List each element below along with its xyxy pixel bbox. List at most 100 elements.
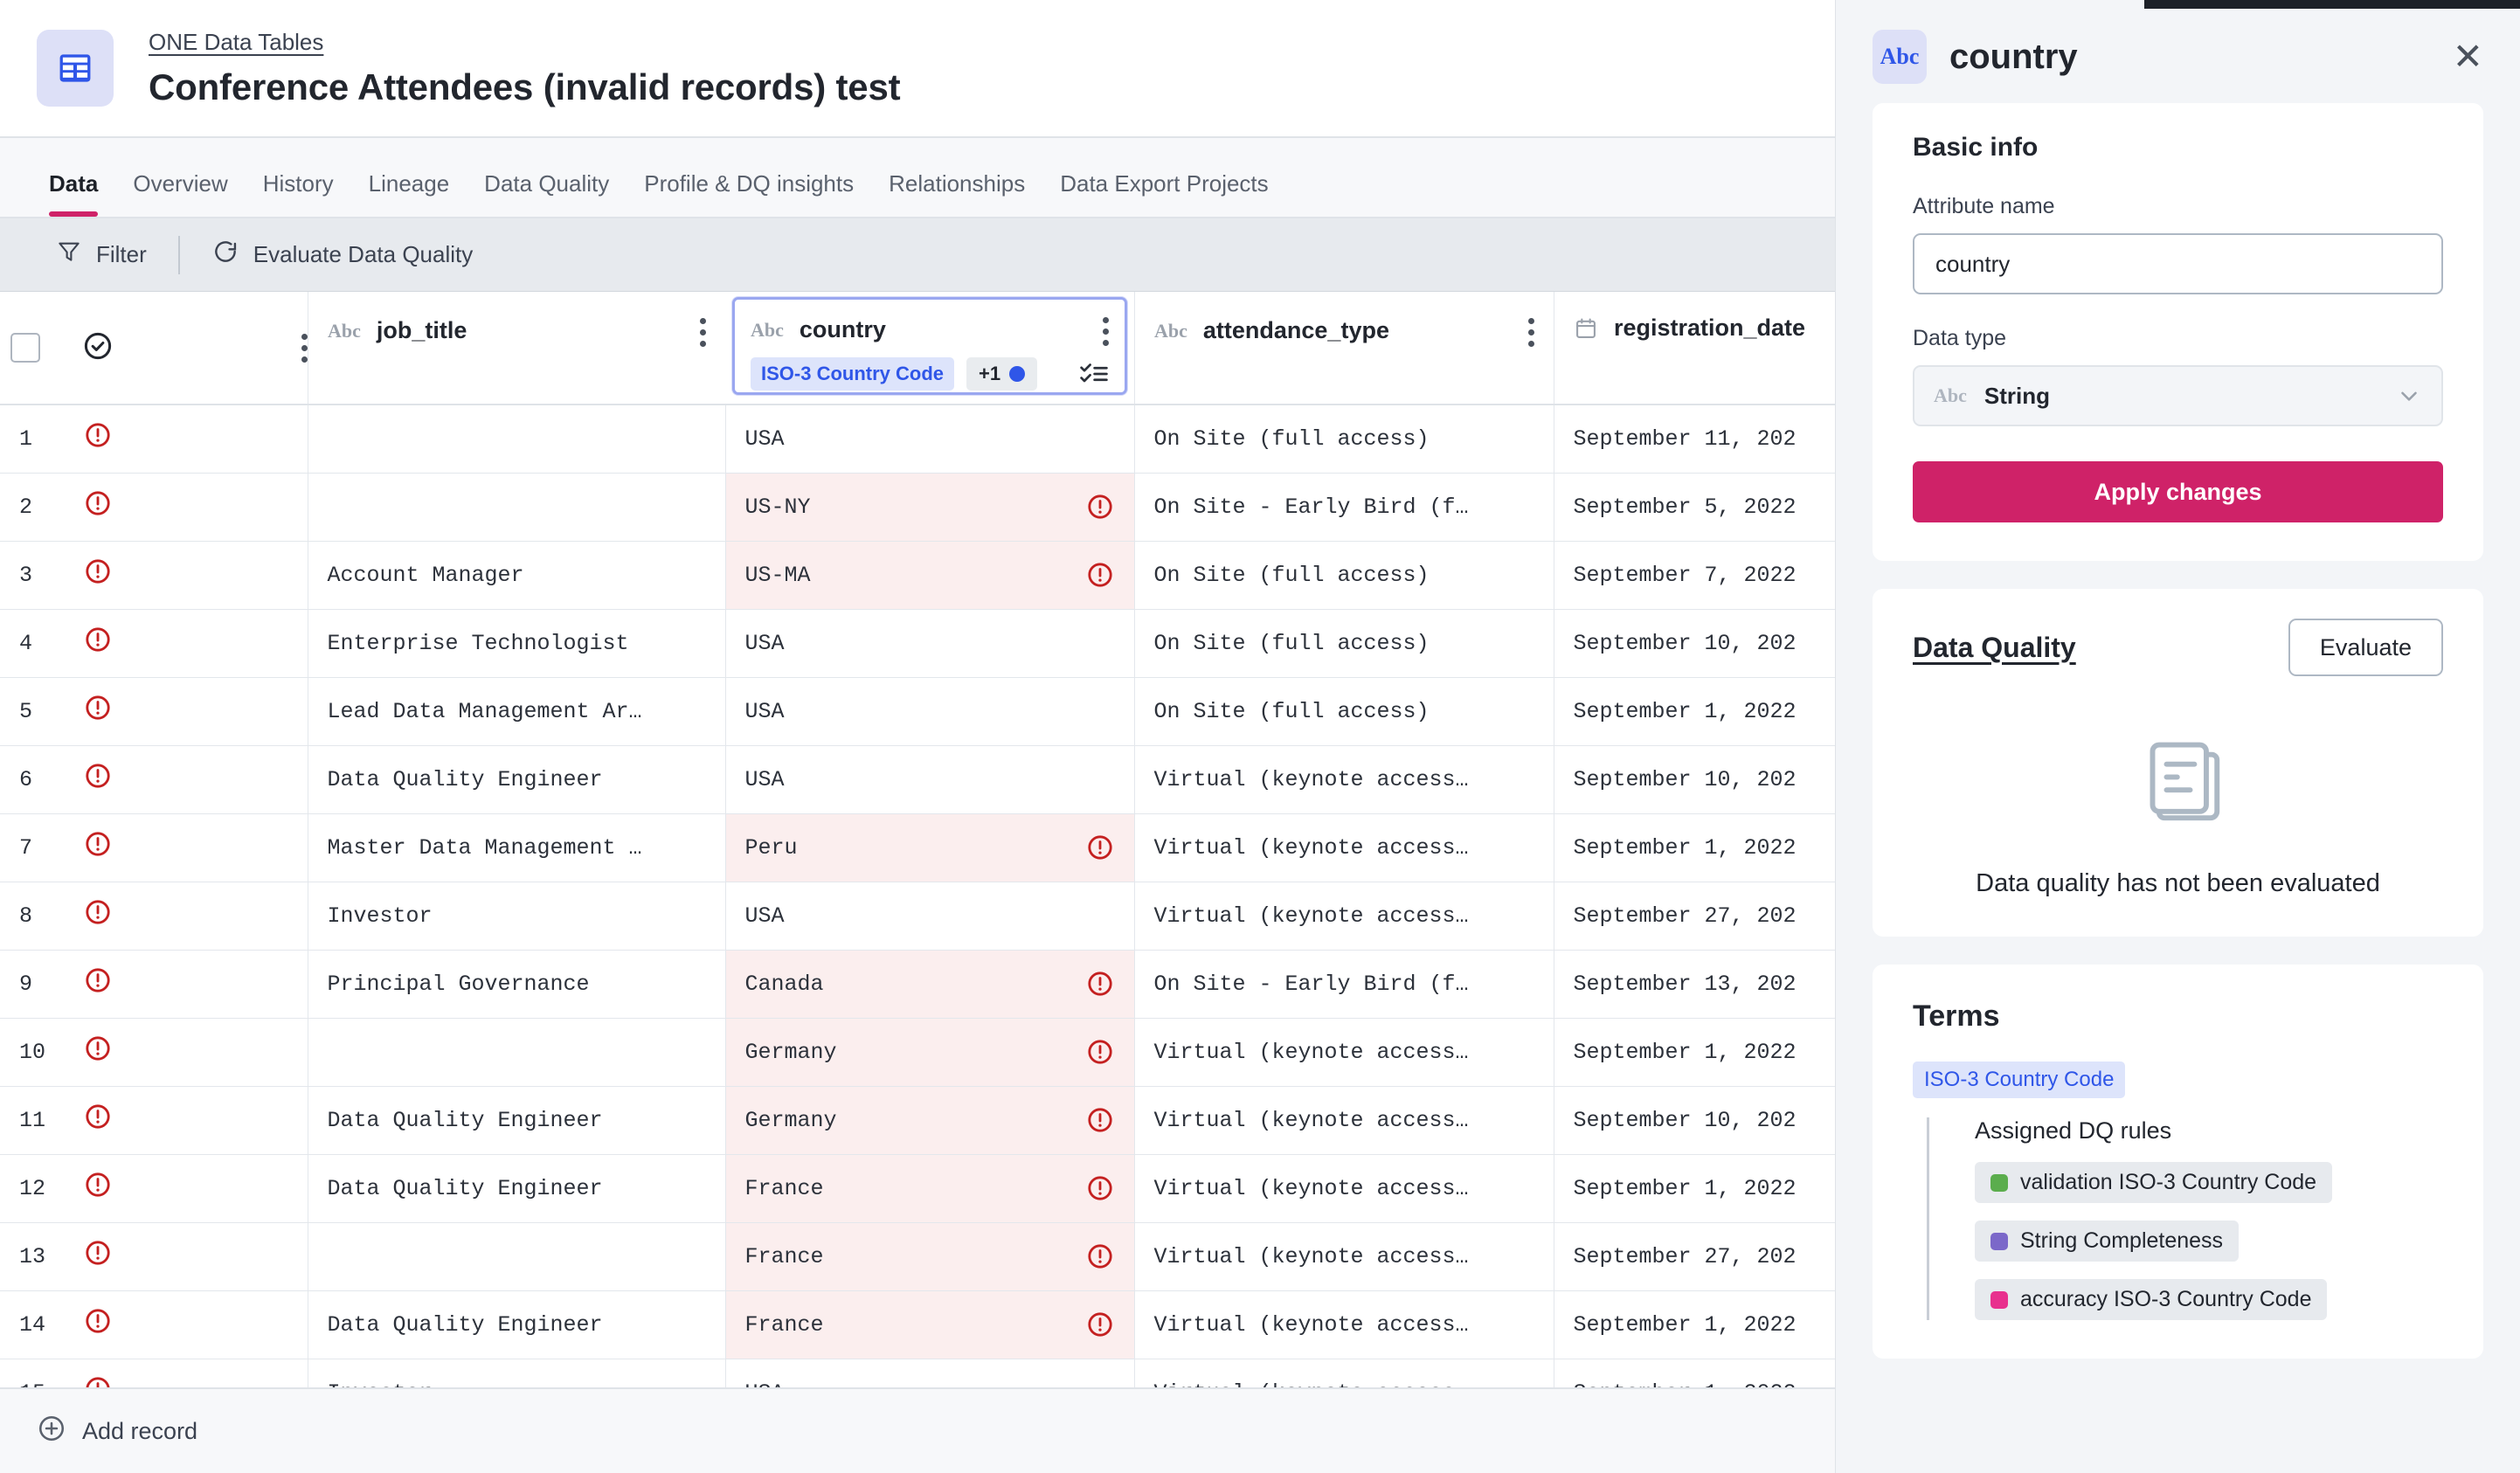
table-row[interactable]: 2US-NYOn Site - Early Bird (f…September … bbox=[0, 473, 1835, 541]
select-all-checkbox[interactable] bbox=[10, 333, 40, 363]
row-menu-cell[interactable] bbox=[250, 813, 308, 882]
cell-attendance-type[interactable]: On Site - Early Bird (f… bbox=[1134, 473, 1554, 541]
cell-registration-date[interactable]: September 1, 2022 bbox=[1554, 1290, 1835, 1359]
table-row[interactable]: 11Data Quality EngineerGermanyVirtual (k… bbox=[0, 1086, 1835, 1154]
cell-attendance-type[interactable]: On Site (full access) bbox=[1134, 677, 1554, 745]
cell-job-title[interactable]: Investor bbox=[308, 882, 725, 950]
data-quality-title[interactable]: Data Quality bbox=[1913, 632, 2076, 664]
cell-country[interactable]: France bbox=[725, 1222, 1134, 1290]
cell-attendance-type[interactable]: Virtual (keynote access… bbox=[1134, 882, 1554, 950]
apply-changes-button[interactable]: Apply changes bbox=[1913, 461, 2443, 522]
cell-registration-date[interactable]: September 27, 202 bbox=[1554, 882, 1835, 950]
evaluate-button[interactable]: Evaluate bbox=[2288, 619, 2443, 676]
cell-country[interactable]: USA bbox=[725, 677, 1134, 745]
cell-error-icon[interactable] bbox=[1085, 1241, 1115, 1271]
cell-country[interactable]: Canada bbox=[725, 950, 1134, 1018]
cell-attendance-type[interactable]: On Site (full access) bbox=[1134, 405, 1554, 473]
cell-country[interactable]: France bbox=[725, 1290, 1134, 1359]
tab-history[interactable]: History bbox=[246, 170, 351, 217]
cell-country[interactable]: US-NY bbox=[725, 473, 1134, 541]
term-tag-iso3[interactable]: ISO-3 Country Code bbox=[751, 357, 954, 391]
cell-registration-date[interactable]: September 10, 202 bbox=[1554, 1086, 1835, 1154]
cell-registration-date[interactable]: September 1, 2022 bbox=[1554, 1154, 1835, 1222]
cell-job-title[interactable]: Lead Data Management Ar… bbox=[308, 677, 725, 745]
cell-error-icon[interactable] bbox=[1085, 1310, 1115, 1339]
column-menu-icon-attendance-type[interactable] bbox=[1528, 315, 1534, 347]
row-error-icon[interactable] bbox=[51, 1086, 145, 1154]
column-header-attendance-type[interactable]: Abc attendance_type bbox=[1134, 292, 1554, 405]
table-row[interactable]: 6Data Quality EngineerUSAVirtual (keynot… bbox=[0, 745, 1835, 813]
tab-data-quality[interactable]: Data Quality bbox=[467, 170, 627, 217]
tab-overview[interactable]: Overview bbox=[115, 170, 245, 217]
cell-registration-date[interactable]: September 10, 202 bbox=[1554, 745, 1835, 813]
row-menu-cell[interactable] bbox=[250, 405, 308, 473]
cell-job-title[interactable]: Data Quality Engineer bbox=[308, 745, 725, 813]
data-type-select[interactable]: Abc String bbox=[1913, 365, 2443, 426]
column-header-country[interactable]: Abc country ISO-3 Country Code +1 bbox=[725, 292, 1134, 405]
row-menu-cell[interactable] bbox=[250, 1018, 308, 1086]
row-menu-cell[interactable] bbox=[250, 473, 308, 541]
row-menu-cell[interactable] bbox=[250, 1222, 308, 1290]
cell-registration-date[interactable]: September 7, 2022 bbox=[1554, 541, 1835, 609]
cell-attendance-type[interactable]: Virtual (keynote access… bbox=[1134, 1290, 1554, 1359]
row-error-icon[interactable] bbox=[51, 677, 145, 745]
attribute-name-input[interactable]: country bbox=[1913, 233, 2443, 294]
column-header-registration-date[interactable]: registration_date bbox=[1554, 292, 1835, 405]
row-menu-cell[interactable] bbox=[250, 745, 308, 813]
row-menu-cell[interactable] bbox=[250, 882, 308, 950]
cell-registration-date[interactable]: September 27, 202 bbox=[1554, 1222, 1835, 1290]
table-row[interactable]: 4Enterprise TechnologistUSAOn Site (full… bbox=[0, 609, 1835, 677]
row-menu-cell[interactable] bbox=[250, 950, 308, 1018]
cell-job-title[interactable]: Data Quality Engineer bbox=[308, 1290, 725, 1359]
cell-country[interactable]: USA bbox=[725, 882, 1134, 950]
row-menu-cell[interactable] bbox=[250, 1154, 308, 1222]
cell-registration-date[interactable]: September 10, 202 bbox=[1554, 609, 1835, 677]
cell-country[interactable]: France bbox=[725, 1154, 1134, 1222]
row-menu-cell[interactable] bbox=[250, 677, 308, 745]
dq-rule-chip[interactable]: String Completeness bbox=[1975, 1221, 2239, 1262]
cell-error-icon[interactable] bbox=[1085, 833, 1115, 862]
table-row[interactable]: 3Account ManagerUS-MAOn Site (full acces… bbox=[0, 541, 1835, 609]
filter-button[interactable]: Filter bbox=[37, 218, 166, 291]
row-error-icon[interactable] bbox=[51, 1154, 145, 1222]
cell-error-icon[interactable] bbox=[1085, 969, 1115, 999]
cell-attendance-type[interactable]: Virtual (keynote access… bbox=[1134, 1086, 1554, 1154]
table-row[interactable]: 8InvestorUSAVirtual (keynote access…Sept… bbox=[0, 882, 1835, 950]
cell-country[interactable]: Peru bbox=[725, 813, 1134, 882]
cell-country[interactable]: Germany bbox=[725, 1086, 1134, 1154]
cell-job-title[interactable]: Enterprise Technologist bbox=[308, 609, 725, 677]
cell-attendance-type[interactable]: Virtual (keynote access… bbox=[1134, 1222, 1554, 1290]
row-error-icon[interactable] bbox=[51, 405, 145, 473]
cell-attendance-type[interactable]: Virtual (keynote access… bbox=[1134, 1154, 1554, 1222]
dq-rules-checklist-icon[interactable] bbox=[1079, 360, 1109, 388]
add-record-button[interactable]: Add record bbox=[37, 1414, 197, 1449]
table-row[interactable]: 10GermanyVirtual (keynote access…Septemb… bbox=[0, 1018, 1835, 1086]
row-error-icon[interactable] bbox=[51, 609, 145, 677]
row-error-icon[interactable] bbox=[51, 473, 145, 541]
table-row[interactable]: 9Principal GovernanceCanadaOn Site - Ear… bbox=[0, 950, 1835, 1018]
column-menu-icon-country[interactable] bbox=[1103, 314, 1109, 346]
tab-data-export-projects[interactable]: Data Export Projects bbox=[1042, 170, 1285, 217]
cell-job-title[interactable]: Principal Governance bbox=[308, 950, 725, 1018]
row-error-icon[interactable] bbox=[51, 541, 145, 609]
cell-country[interactable]: US-MA bbox=[725, 541, 1134, 609]
row-error-icon[interactable] bbox=[51, 1018, 145, 1086]
row-error-icon[interactable] bbox=[51, 1222, 145, 1290]
row-menu-cell[interactable] bbox=[250, 609, 308, 677]
tab-data[interactable]: Data bbox=[31, 170, 115, 217]
cell-attendance-type[interactable]: Virtual (keynote access… bbox=[1134, 1018, 1554, 1086]
table-row[interactable]: 7Master Data Management …PeruVirtual (ke… bbox=[0, 813, 1835, 882]
cell-job-title[interactable]: Data Quality Engineer bbox=[308, 1154, 725, 1222]
cell-error-icon[interactable] bbox=[1085, 560, 1115, 590]
cell-error-icon[interactable] bbox=[1085, 1173, 1115, 1203]
row-menu-cell[interactable] bbox=[250, 541, 308, 609]
check-circle-icon[interactable] bbox=[81, 329, 114, 367]
tab-profile-dq-insights[interactable]: Profile & DQ insights bbox=[627, 170, 871, 217]
evaluate-data-quality-button[interactable]: Evaluate Data Quality bbox=[192, 218, 492, 291]
tab-lineage[interactable]: Lineage bbox=[351, 170, 467, 217]
cell-error-icon[interactable] bbox=[1085, 1105, 1115, 1135]
cell-country[interactable]: USA bbox=[725, 609, 1134, 677]
cell-registration-date[interactable]: September 13, 202 bbox=[1554, 950, 1835, 1018]
cell-job-title[interactable] bbox=[308, 473, 725, 541]
dq-rule-chip[interactable]: accuracy ISO-3 Country Code bbox=[1975, 1279, 2327, 1320]
